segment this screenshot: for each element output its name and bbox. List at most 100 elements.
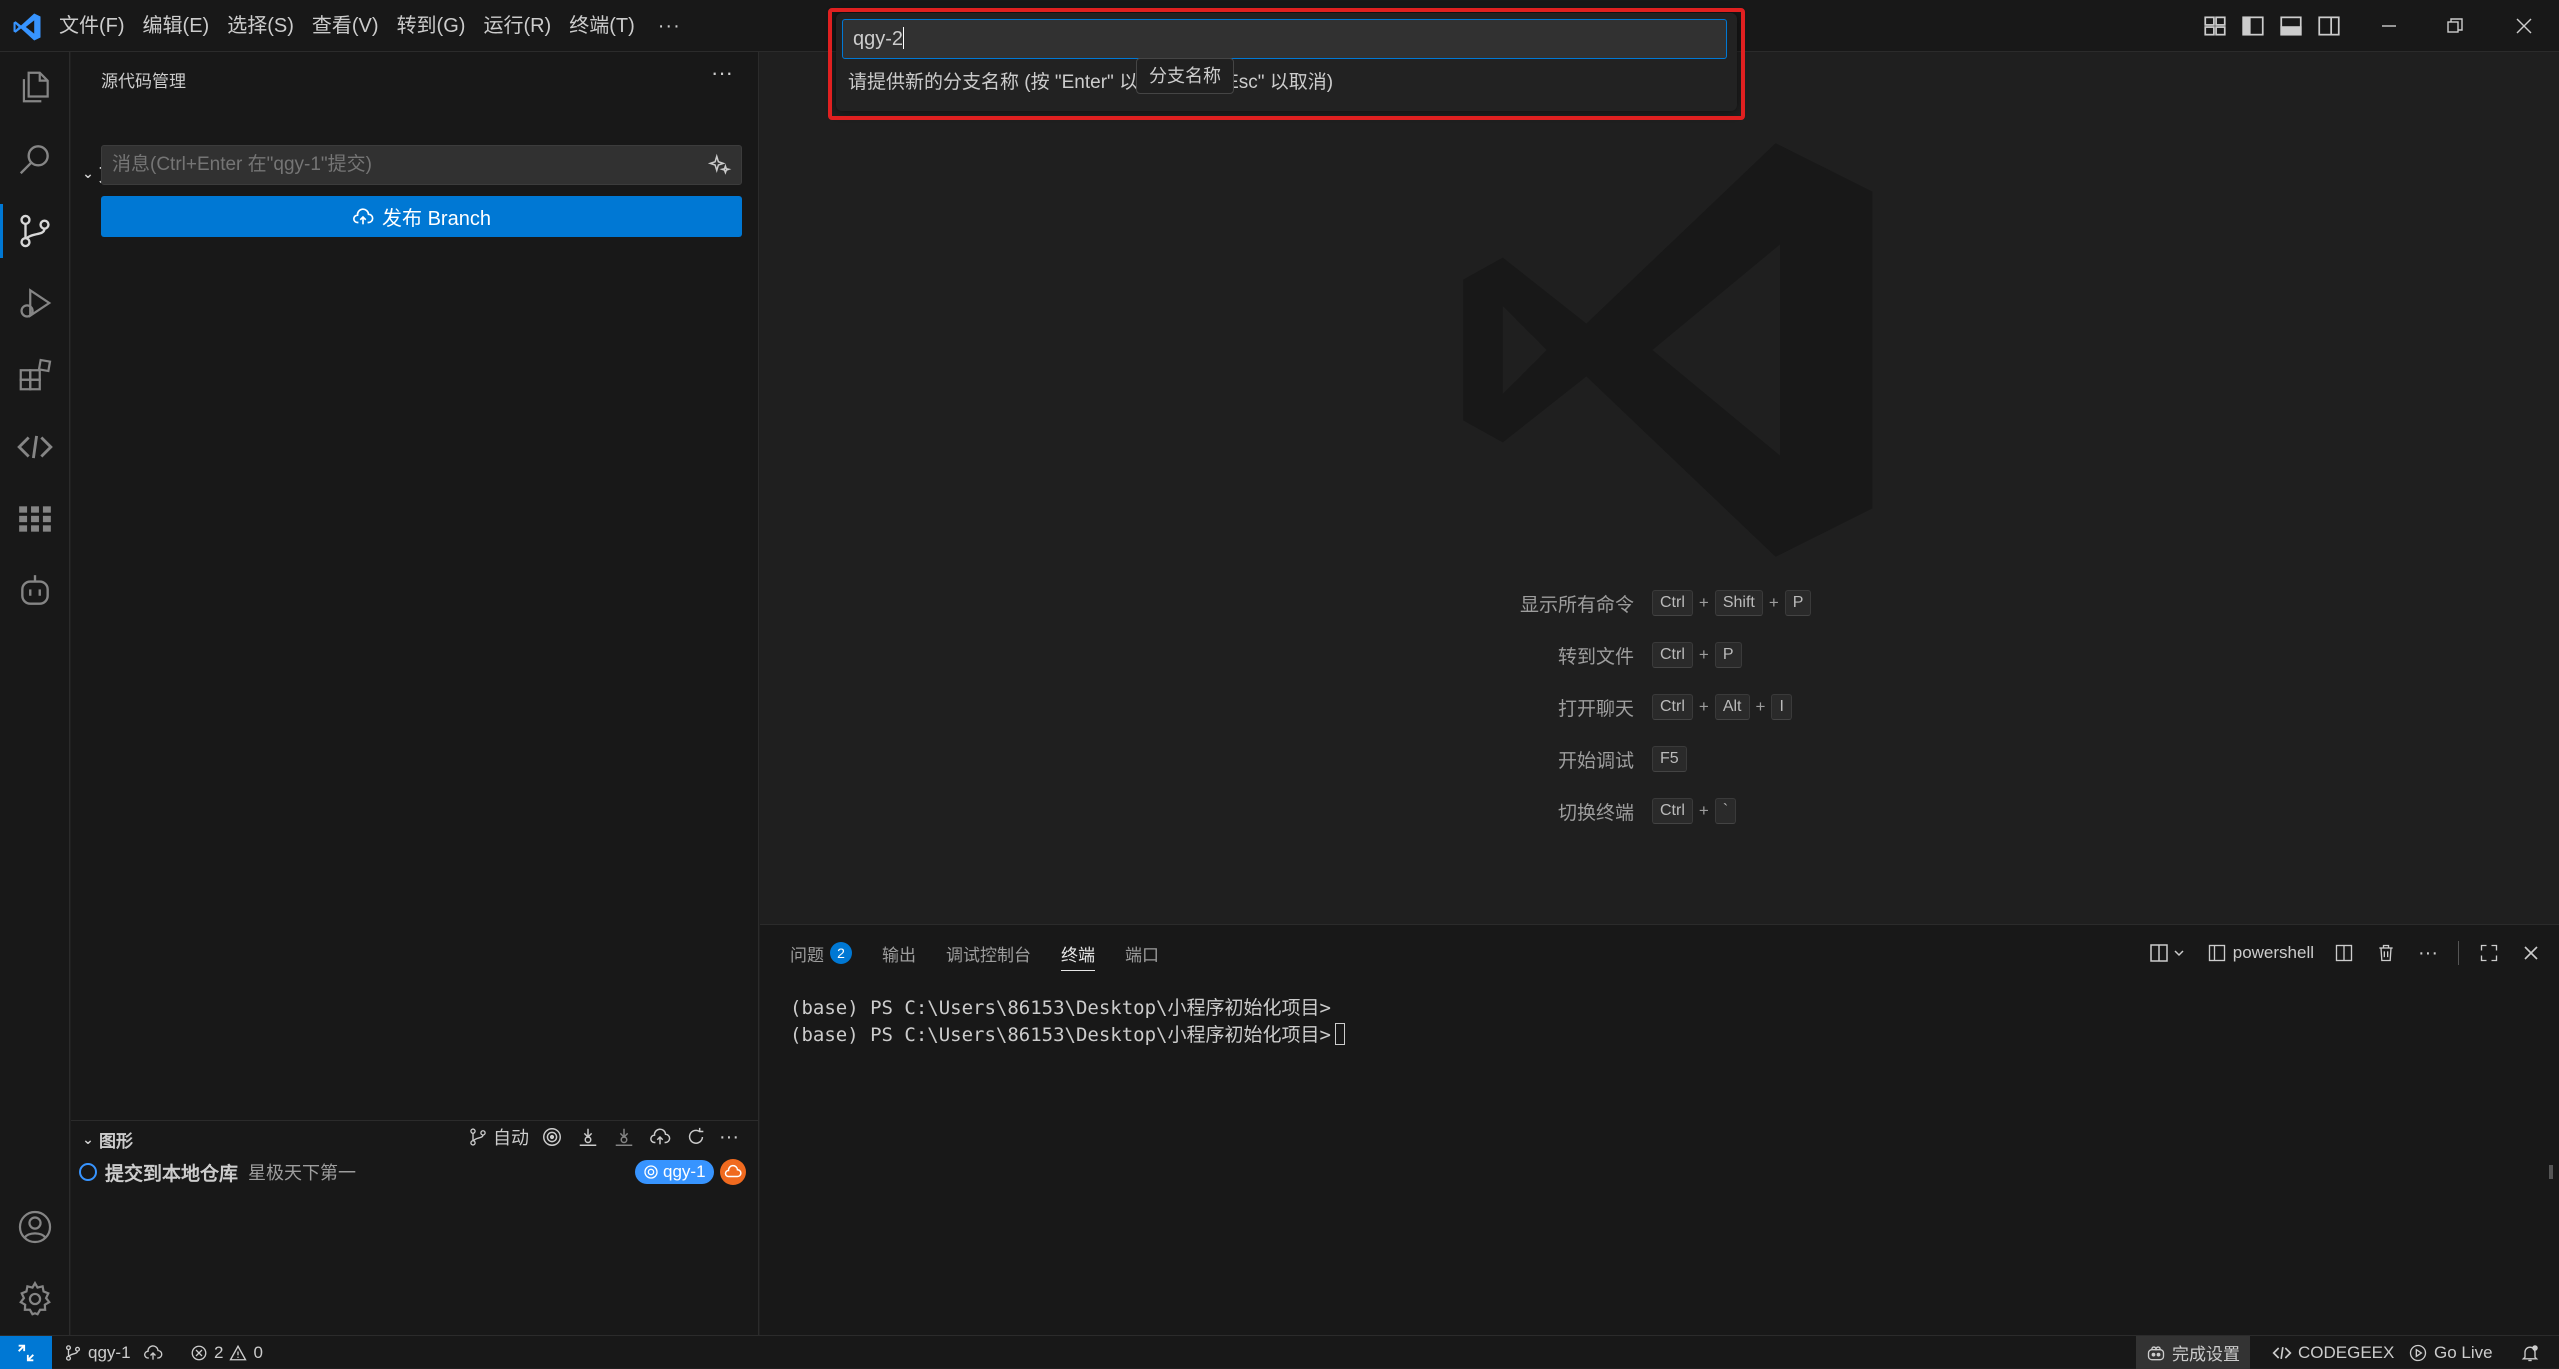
status-problems[interactable]: 2 0 (190, 1336, 263, 1369)
status-branch[interactable]: qgy-1 (64, 1336, 163, 1369)
tab-ports[interactable]: 端口 (1125, 925, 1159, 981)
chevron-down-icon: ⌄ (82, 1130, 94, 1147)
remote-cloud-icon (720, 1159, 746, 1185)
key-cap: P (1714, 642, 1742, 668)
hint-start-debug: 开始调试 F5 (760, 742, 2559, 776)
graph-auto-label[interactable]: 自动 (493, 1124, 529, 1150)
terminal-line: (base) PS C:\Users\86153\Desktop\小程序初始化项… (790, 1024, 1331, 1046)
minimize-icon[interactable] (2354, 0, 2424, 52)
status-codegeex[interactable]: CODEGEEX (2272, 1336, 2394, 1369)
extensions-icon[interactable] (0, 340, 70, 410)
key-cap: F5 (1652, 746, 1687, 772)
sparkle-generate-icon[interactable] (707, 152, 733, 178)
pull-icon[interactable] (611, 1124, 637, 1150)
remote-explorer-icon[interactable] (0, 412, 70, 482)
terminal-output[interactable]: (base) PS C:\Users\86153\Desktop\小程序初始化项… (790, 995, 1345, 1049)
fetch-icon[interactable] (575, 1124, 601, 1150)
target-icon[interactable] (539, 1124, 565, 1150)
commit-message-input[interactable] (101, 145, 742, 185)
hint-label: 打开聊天 (1557, 698, 1634, 720)
graph-toolbar: 自动 ··· (465, 1124, 739, 1150)
sidebar-more-icon[interactable]: ··· (711, 60, 733, 86)
tab-output[interactable]: 输出 (882, 925, 916, 981)
maximize-panel-icon[interactable] (2477, 941, 2501, 965)
tab-label: 问题 (790, 945, 824, 965)
menu-file[interactable]: 文件(F) (50, 8, 134, 44)
toggle-panel-icon[interactable] (2278, 13, 2304, 39)
hint-label: 开始调试 (1557, 750, 1634, 772)
menu-go[interactable]: 转到(G) (388, 8, 475, 44)
close-window-icon[interactable] (2489, 0, 2559, 52)
menu-selection[interactable]: 选择(S) (218, 8, 303, 44)
branch-icon (65, 1344, 81, 1361)
golive-label: Go Live (2434, 1342, 2493, 1362)
terminal-shell-selector[interactable]: powershell (2207, 943, 2314, 963)
key-cap: Alt (1714, 694, 1750, 720)
more-actions-icon[interactable]: ··· (2416, 941, 2440, 965)
menu-view[interactable]: 查看(V) (303, 8, 388, 44)
key-cap: I (1771, 694, 1792, 720)
broadcast-icon (2409, 1344, 2427, 1361)
new-terminal-dropdown-icon[interactable] (2149, 941, 2189, 965)
toggle-secondary-sidebar-icon[interactable] (2316, 13, 2342, 39)
robot-assistant-icon[interactable] (0, 556, 70, 626)
cloud-publish-icon[interactable] (143, 1343, 163, 1363)
error-count: 2 (214, 1342, 224, 1362)
sidebar-title: 源代码管理 (101, 72, 186, 91)
key-cap: Ctrl (1652, 590, 1693, 616)
publish-branch-label: 发布 Branch (382, 208, 491, 230)
error-icon (191, 1345, 207, 1360)
tab-label: 终端 (1061, 945, 1095, 965)
split-terminal-icon[interactable] (2332, 941, 2356, 965)
restore-icon[interactable] (2420, 0, 2490, 52)
source-control-icon[interactable] (0, 196, 70, 266)
cloud-push-icon[interactable] (647, 1124, 673, 1150)
toggle-primary-sidebar-icon[interactable] (2240, 13, 2266, 39)
graph-commit-row[interactable]: 提交到本地仓库 星极天下第一 qgy-1 (79, 1157, 749, 1187)
account-icon[interactable] (0, 1192, 70, 1262)
tab-label: 端口 (1125, 945, 1159, 965)
branch-badge: qgy-1 (635, 1160, 714, 1184)
menu-terminal[interactable]: 终端(T) (560, 8, 644, 44)
remote-indicator-icon[interactable] (0, 1336, 52, 1369)
status-setup[interactable]: 完成设置 (2136, 1336, 2250, 1369)
menu-run[interactable]: 运行(R) (474, 8, 560, 44)
toolbar-separator (2458, 941, 2459, 965)
warning-count: 0 (253, 1342, 263, 1362)
highlight-frame (828, 8, 1745, 120)
tab-debug-console[interactable]: 调试控制台 (946, 925, 1031, 981)
branch-filter-icon[interactable] (465, 1124, 491, 1150)
terminal-line-current: (base) PS C:\Users\86153\Desktop\小程序初始化项… (790, 1022, 1345, 1049)
apps-grid-icon[interactable] (0, 484, 70, 554)
tab-problems[interactable]: 问题 2 (790, 925, 852, 981)
status-golive[interactable]: Go Live (2408, 1336, 2493, 1369)
notifications-bell-icon[interactable] (2520, 1336, 2540, 1369)
graph-section-header[interactable]: ⌄ 图形 (77, 1124, 133, 1154)
problems-count-badge: 2 (830, 942, 852, 964)
explorer-icon[interactable] (0, 52, 70, 122)
customize-layout-icon[interactable] (2202, 13, 2228, 39)
close-panel-icon[interactable] (2519, 941, 2543, 965)
settings-gear-icon[interactable] (0, 1264, 70, 1334)
status-bar: qgy-1 2 0 完成设置 CODEGEEX Go Live (0, 1335, 2559, 1369)
menu-edit[interactable]: 编辑(E) (134, 8, 219, 44)
publish-branch-button[interactable]: 发布 Branch (101, 196, 742, 237)
bottom-panel: 问题 2 输出 调试控制台 终端 端口 powershell ··· (base… (760, 924, 2559, 1335)
menu-more-icon[interactable]: ··· (644, 8, 695, 44)
run-debug-icon[interactable] (0, 268, 70, 338)
panel-actions: powershell ··· (2149, 925, 2543, 981)
terminal-panel-icon (2208, 944, 2225, 962)
graph-more-icon[interactable]: ··· (719, 1126, 739, 1149)
search-icon[interactable] (0, 124, 70, 194)
terminal-scrollbar[interactable] (2549, 1165, 2553, 1179)
refresh-icon[interactable] (683, 1124, 709, 1150)
trash-icon[interactable] (2374, 941, 2398, 965)
hint-label: 转到文件 (1557, 646, 1634, 668)
key-cap: ` (1714, 798, 1737, 824)
panel-tabs: 问题 2 输出 调试控制台 终端 端口 (790, 925, 1159, 981)
tab-terminal[interactable]: 终端 (1061, 925, 1095, 981)
editor-area: 显示所有命令 Ctrl + Shift + P 转到文件 Ctrl + P 打开聊天 … (760, 52, 2559, 924)
target-icon (644, 1165, 658, 1179)
tab-label: 调试控制台 (946, 945, 1031, 965)
warning-icon (229, 1344, 248, 1360)
